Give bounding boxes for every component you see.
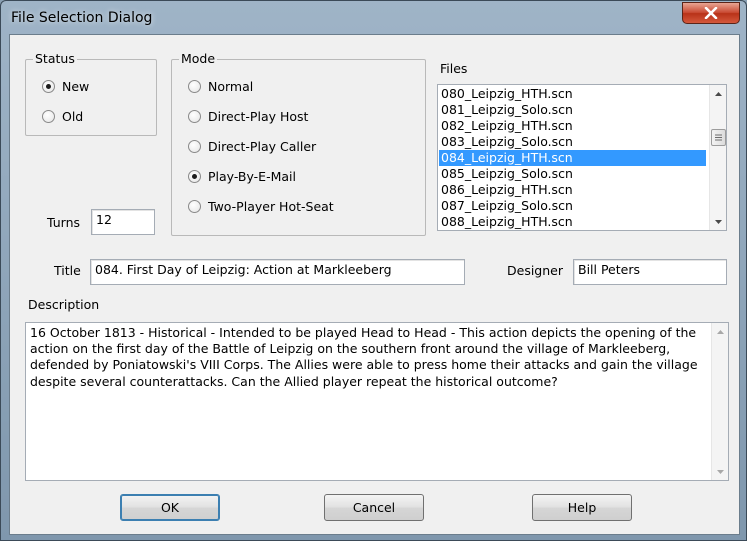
mode-direct-play-caller-label: Direct-Play Caller xyxy=(208,138,317,154)
file-list-item[interactable]: 085_Leipzig_Solo.scn xyxy=(439,166,706,182)
radio-button-icon[interactable] xyxy=(188,199,201,213)
description-textarea[interactable]: 16 October 1813 - Historical - Intended … xyxy=(25,322,729,481)
status-group: Status New Old xyxy=(25,51,157,136)
file-list-item-selected[interactable]: 084_Leipzig_HTH.scn xyxy=(439,150,706,166)
designer-input[interactable]: Bill Peters xyxy=(573,259,727,285)
status-new-label: New xyxy=(62,78,90,94)
files-label: Files xyxy=(440,61,468,76)
turns-label: Turns xyxy=(47,215,81,230)
mode-direct-play-caller-option[interactable]: Direct-Play Caller xyxy=(188,137,316,155)
status-new-option[interactable]: New xyxy=(42,77,89,95)
mode-play-by-email-label: Play-By-E-Mail xyxy=(208,168,296,184)
files-listbox[interactable]: 080_Leipzig_HTH.scn 081_Leipzig_Solo.scn… xyxy=(437,84,727,231)
mode-group: Mode Normal Direct-Play Host Direct-Play… xyxy=(171,51,426,236)
file-list-item[interactable]: 087_Leipzig_Solo.scn xyxy=(439,198,706,214)
help-button[interactable]: Help xyxy=(532,494,632,521)
file-list-item[interactable]: 080_Leipzig_HTH.scn xyxy=(439,86,706,102)
ok-button[interactable]: OK xyxy=(120,494,220,521)
scroll-up-arrow-icon[interactable] xyxy=(712,323,728,340)
dialog-client-area: Status New Old Mode Normal Direct-Play H… xyxy=(9,34,740,535)
mode-two-player-hot-seat-option[interactable]: Two-Player Hot-Seat xyxy=(188,197,334,215)
turns-input[interactable]: 12 xyxy=(91,209,155,235)
radio-button-icon[interactable] xyxy=(188,139,201,153)
file-list-item[interactable]: 088_Leipzig_HTH.scn xyxy=(439,214,706,230)
designer-label: Designer xyxy=(507,263,563,278)
cancel-button[interactable]: Cancel xyxy=(324,494,424,521)
file-list-item[interactable]: 086_Leipzig_HTH.scn xyxy=(439,182,706,198)
mode-two-player-hot-seat-label: Two-Player Hot-Seat xyxy=(208,198,334,214)
radio-button-icon[interactable] xyxy=(42,109,55,123)
mode-group-label: Mode xyxy=(179,51,218,67)
title-bar[interactable]: File Selection Dialog xyxy=(1,1,746,35)
mode-play-by-email-option[interactable]: Play-By-E-Mail xyxy=(188,167,296,185)
close-icon xyxy=(704,7,718,19)
status-group-label: Status xyxy=(33,51,77,67)
file-selection-dialog: File Selection Dialog Status New Old Mod… xyxy=(0,0,747,541)
file-list-item[interactable]: 081_Leipzig_Solo.scn xyxy=(439,102,706,118)
title-label: Title xyxy=(54,263,81,278)
scroll-thumb-grip-icon xyxy=(715,134,722,141)
description-label: Description xyxy=(28,297,100,312)
files-scroll-thumb[interactable] xyxy=(711,129,726,146)
window-title: File Selection Dialog xyxy=(11,10,153,26)
mode-normal-option[interactable]: Normal xyxy=(188,77,253,95)
files-scrollbar[interactable] xyxy=(709,85,726,230)
scroll-up-arrow-icon[interactable] xyxy=(710,85,726,102)
radio-button-icon[interactable] xyxy=(188,79,201,93)
title-input[interactable]: 084. First Day of Leipzig: Action at Mar… xyxy=(90,259,465,285)
close-button[interactable] xyxy=(682,2,740,24)
status-old-label: Old xyxy=(62,108,84,124)
mode-normal-label: Normal xyxy=(208,78,254,94)
file-list-item[interactable]: 082_Leipzig_HTH.scn xyxy=(439,118,706,134)
status-old-option[interactable]: Old xyxy=(42,107,83,125)
mode-direct-play-host-option[interactable]: Direct-Play Host xyxy=(188,107,308,125)
file-list-item[interactable]: 083_Leipzig_Solo.scn xyxy=(439,134,706,150)
mode-direct-play-host-label: Direct-Play Host xyxy=(208,108,309,124)
description-text: 16 October 1813 - Historical - Intended … xyxy=(30,325,702,389)
scroll-down-arrow-icon[interactable] xyxy=(712,463,728,480)
radio-button-icon[interactable] xyxy=(188,109,201,123)
radio-button-icon[interactable] xyxy=(188,169,201,183)
description-scrollbar[interactable] xyxy=(711,323,728,480)
scroll-down-arrow-icon[interactable] xyxy=(710,213,726,230)
radio-button-icon[interactable] xyxy=(42,79,55,93)
